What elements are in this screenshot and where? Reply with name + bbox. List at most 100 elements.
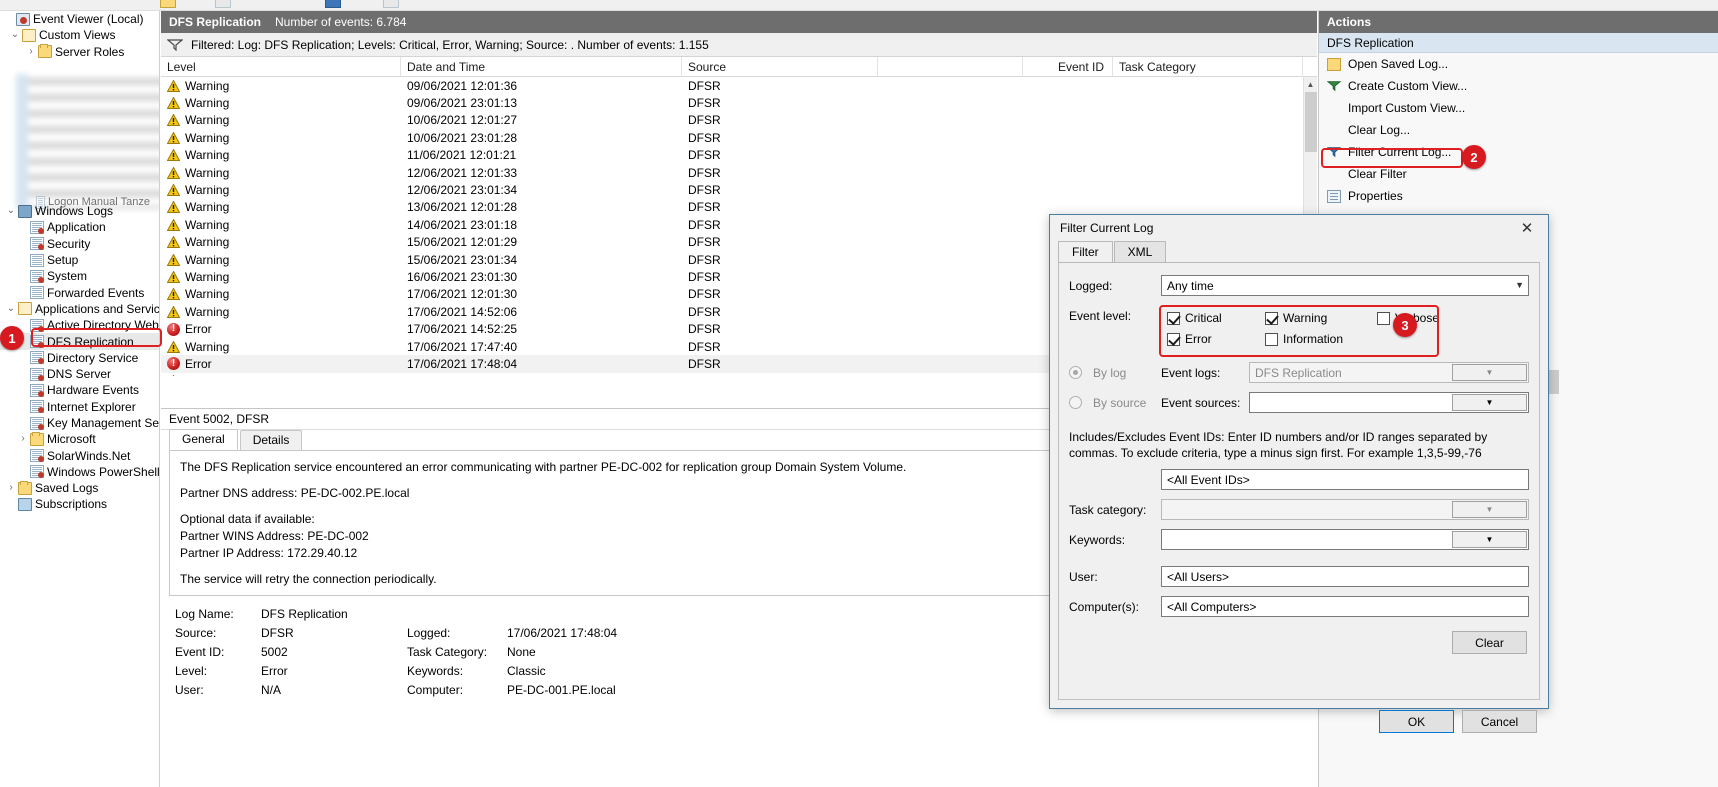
ok-button[interactable]: OK [1379, 710, 1454, 733]
radio-by-source[interactable]: By source [1069, 396, 1161, 410]
cancel-button[interactable]: Cancel [1462, 710, 1537, 733]
level-label: Warning [185, 235, 230, 250]
sidebar-item-forwarded-events[interactable]: Forwarded Events [0, 284, 159, 300]
properties-icon [1327, 189, 1341, 203]
back-icon[interactable] [6, 0, 22, 8]
user-input[interactable]: <All Users> [1161, 566, 1529, 587]
chevron-down-icon[interactable]: ▼ [1452, 364, 1527, 381]
action-filter-current-log[interactable]: Filter Current Log... [1319, 141, 1718, 163]
scroll-thumb[interactable] [1305, 92, 1317, 152]
events-table-header[interactable]: Level Date and Time Source Event ID Task… [161, 56, 1317, 77]
sidebar-item-dfs-replication[interactable]: DFS Replication [0, 333, 159, 350]
chevron-down-icon[interactable]: ⌄ [8, 30, 22, 40]
chevron-down-icon[interactable]: ▼ [1452, 394, 1527, 411]
action-open-saved-log[interactable]: Open Saved Log... [1319, 53, 1718, 75]
table-row[interactable]: Warning 09/06/2021 12:01:36 DFSR [161, 77, 1317, 94]
action-import-custom-view[interactable]: Import Custom View... [1319, 97, 1718, 119]
column-header-task-category[interactable]: Task Category [1113, 56, 1303, 77]
tree-item-subscriptions[interactable]: Subscriptions [0, 496, 159, 512]
tab-general[interactable]: General [169, 429, 238, 450]
clear-button[interactable]: Clear [1452, 631, 1527, 654]
close-icon[interactable]: ✕ [1512, 217, 1542, 239]
column-header-event-id[interactable]: Event ID [1023, 56, 1113, 77]
checkbox-icon[interactable] [1167, 332, 1180, 346]
chevron-right-icon[interactable]: › [24, 46, 38, 57]
sidebar-item-security[interactable]: Security [0, 236, 159, 252]
active-filter-bar[interactable]: Filtered: Log: DFS Replication; Levels: … [161, 33, 1317, 57]
chevron-down-icon[interactable]: ⌄ [4, 303, 18, 314]
action-clear-log[interactable]: Clear Log... [1319, 119, 1718, 141]
checkbox-icon[interactable] [1265, 311, 1278, 325]
help-toolbar-icon[interactable] [325, 0, 341, 8]
chevron-down-icon[interactable]: ▼ [1452, 531, 1527, 548]
task-category-select[interactable]: ▼ [1161, 499, 1529, 520]
checkbox-error[interactable]: Error [1167, 332, 1247, 346]
table-row[interactable]: Warning 11/06/2021 12:01:21 DFSR [161, 147, 1317, 164]
checkbox-warning[interactable]: Warning [1265, 311, 1359, 325]
table-row[interactable]: Warning 12/06/2021 23:01:34 DFSR [161, 181, 1317, 198]
checkbox-icon[interactable] [1167, 311, 1180, 325]
chevron-down-icon[interactable]: ▼ [1515, 280, 1524, 290]
sidebar-item-solarwinds-net[interactable]: SolarWinds.Net [0, 447, 159, 463]
sidebar-item-directory-service[interactable]: Directory Service [0, 350, 159, 366]
event-sources-select[interactable]: ▼ [1249, 392, 1529, 413]
chevron-down-icon[interactable]: ▼ [1452, 501, 1527, 518]
tree-item-custom-views[interactable]: ⌄ Custom Views [0, 27, 159, 43]
navigation-tree[interactable]: Event Viewer (Local) ⌄ Custom Views › Se… [0, 11, 160, 787]
view-toolbar-icon[interactable] [215, 0, 231, 8]
sidebar-item-internet-explorer[interactable]: Internet Explorer [0, 399, 159, 415]
sidebar-item-active-directory-web[interactable]: Active Directory Web [0, 317, 159, 333]
sidebar-item-windows-powershell[interactable]: Windows PowerShell [0, 464, 159, 480]
column-header-date-and-time[interactable]: Date and Time [401, 56, 682, 77]
column-header-spacer[interactable] [878, 56, 1023, 77]
logged-row: Logged: Any time ▼ [1069, 275, 1529, 296]
radio-icon[interactable] [1069, 366, 1082, 379]
event-ids-input[interactable]: <All Event IDs> [1161, 469, 1529, 490]
computers-input[interactable]: <All Computers> [1161, 596, 1529, 617]
tree-item-saved-logs[interactable]: › Saved Logs [0, 480, 159, 496]
warning-icon [166, 287, 181, 301]
checkbox-icon[interactable] [1265, 332, 1278, 346]
logged-select[interactable]: Any time ▼ [1161, 275, 1529, 296]
event-logs-select[interactable]: DFS Replication ▼ [1249, 362, 1529, 383]
sidebar-item-key-management-service[interactable]: Key Management Ser [0, 415, 159, 431]
tab-xml[interactable]: XML [1113, 241, 1167, 262]
tree-item-windows-logs[interactable]: ⌄ Windows Logs [0, 203, 159, 219]
tree-item-applications-and-services[interactable]: ⌄ Applications and Services [0, 301, 159, 317]
checkbox-icon[interactable] [1377, 311, 1390, 325]
tab-details[interactable]: Details [239, 430, 303, 450]
panes-toolbar-icon[interactable] [383, 0, 399, 8]
scroll-up-arrow[interactable]: ▲ [1304, 77, 1317, 91]
table-row[interactable]: Warning 10/06/2021 23:01:28 DFSR [161, 129, 1317, 146]
action-clear-filter[interactable]: Clear Filter [1319, 163, 1718, 185]
chevron-right-icon[interactable]: › [16, 434, 30, 444]
chevron-right-icon[interactable]: › [4, 483, 18, 493]
metadata-key-2: Logged: [407, 625, 451, 640]
column-header-level[interactable]: Level [161, 56, 401, 77]
checkbox-critical[interactable]: Critical [1167, 311, 1247, 325]
sidebar-item-microsoft[interactable]: › Microsoft [0, 431, 159, 447]
tab-filter[interactable]: Filter [1058, 241, 1113, 262]
table-row[interactable]: Warning 09/06/2021 23:01:13 DFSR [161, 94, 1317, 111]
table-row[interactable]: Warning 10/06/2021 12:01:27 DFSR [161, 112, 1317, 129]
action-properties[interactable]: Properties [1319, 185, 1718, 207]
cell-date-and-time: 18/06/2021 12:01:23 [401, 374, 682, 376]
table-row[interactable]: Warning 12/06/2021 12:01:33 DFSR [161, 164, 1317, 181]
sidebar-item-application[interactable]: Application [0, 219, 159, 235]
checkbox-information[interactable]: Information [1265, 332, 1343, 346]
sidebar-item-hardware-events[interactable]: Hardware Events [0, 382, 159, 398]
sidebar-item-system[interactable]: System [0, 268, 159, 284]
sidebar-item-setup[interactable]: Setup [0, 252, 159, 268]
tree-item-root[interactable]: Event Viewer (Local) [0, 11, 159, 27]
sidebar-item-dns-server[interactable]: DNS Server [0, 366, 159, 382]
column-header-source[interactable]: Source [682, 56, 878, 77]
forward-icon[interactable] [78, 0, 94, 8]
radio-icon[interactable] [1069, 396, 1082, 409]
dialog-tabs[interactable]: Filter XML [1050, 241, 1548, 262]
action-create-custom-view[interactable]: Create Custom View... [1319, 75, 1718, 97]
folder-toolbar-icon[interactable] [160, 0, 176, 8]
tree-item-server-roles[interactable]: › Server Roles [0, 44, 159, 60]
chevron-down-icon[interactable]: ⌄ [4, 206, 18, 216]
keywords-select[interactable]: ▼ [1161, 529, 1529, 550]
radio-by-log[interactable]: By log [1069, 366, 1161, 380]
